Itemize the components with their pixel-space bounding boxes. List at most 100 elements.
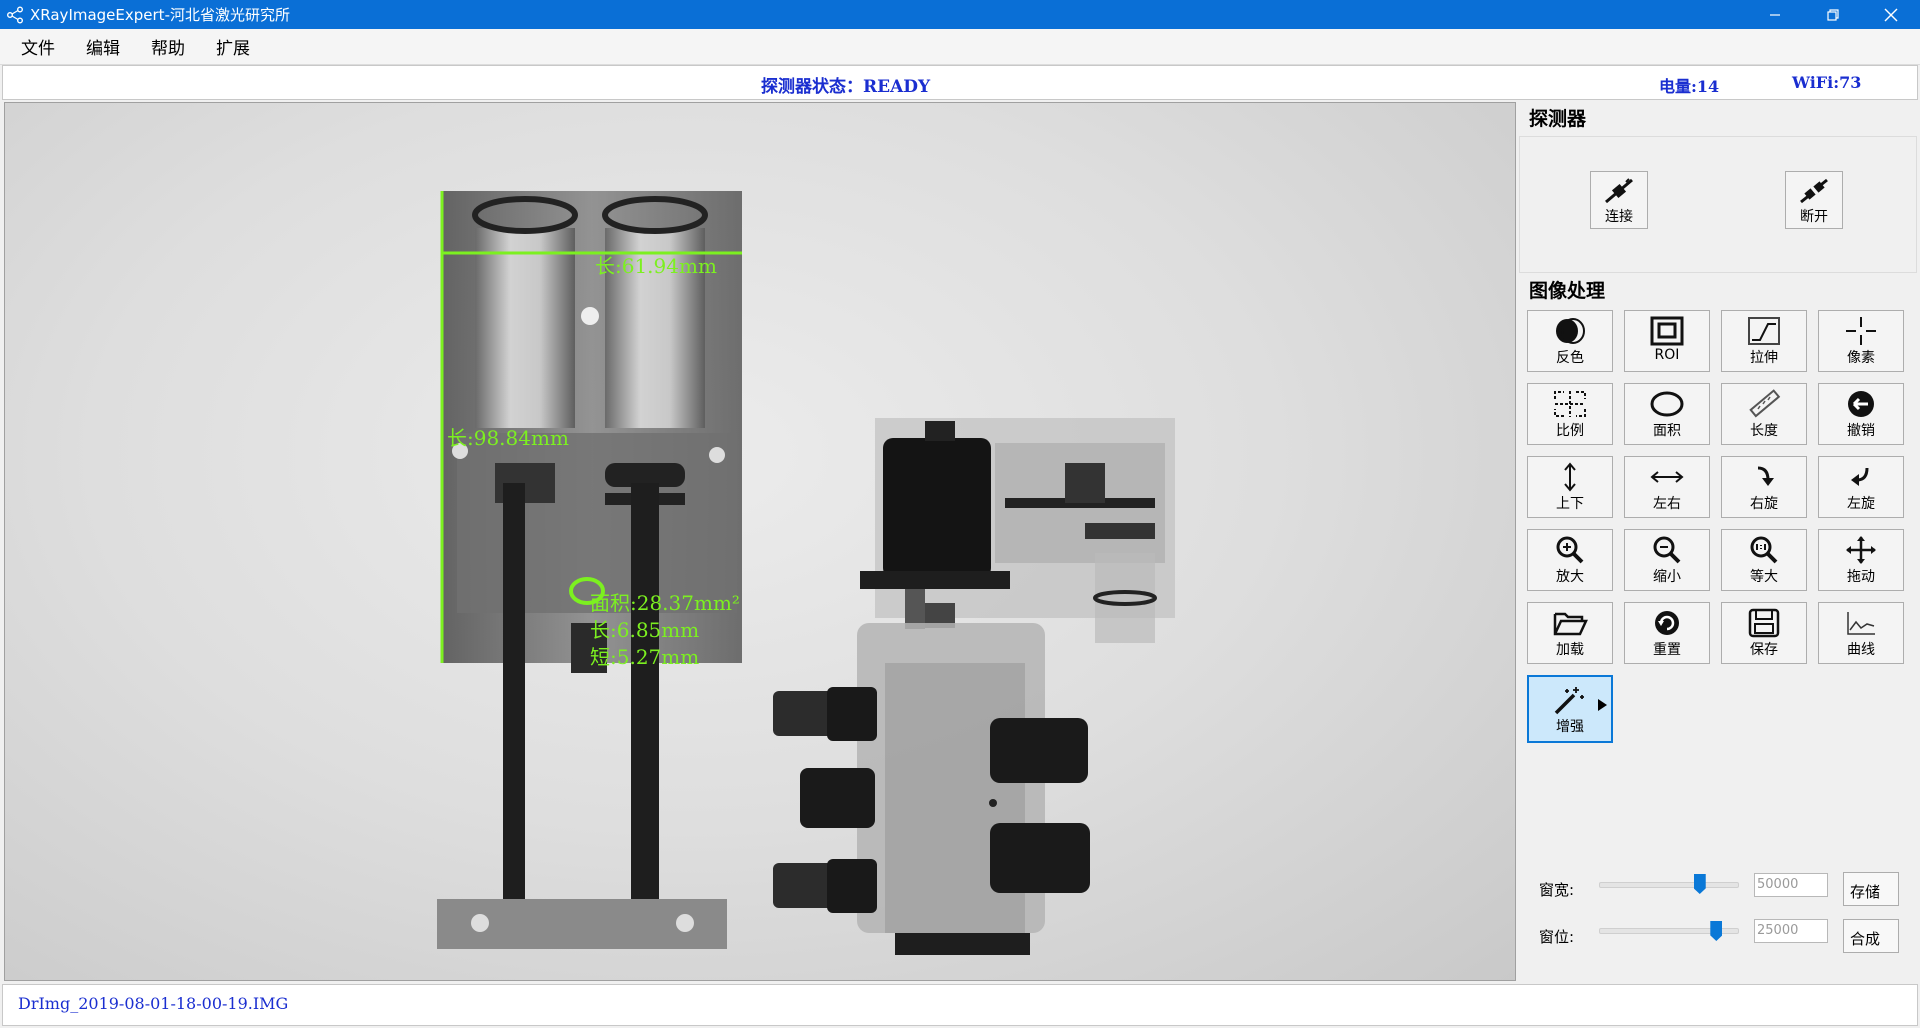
undo-icon	[1848, 391, 1874, 417]
minimize-icon	[1770, 13, 1780, 16]
menu-bar: 文件 编辑 帮助 扩展	[0, 29, 1920, 65]
detector-group: 连接 断开	[1519, 136, 1917, 273]
close-button[interactable]	[1862, 0, 1920, 29]
close-icon	[1884, 8, 1898, 21]
menu-extend[interactable]: 扩展	[205, 34, 261, 59]
measure-area-short: 短:5.27mm	[590, 645, 699, 669]
scale-icon	[1554, 391, 1586, 417]
plug-disconnect-icon	[1800, 178, 1828, 204]
undo-label: 撤销	[1847, 423, 1875, 439]
file-status-bar: DrImg_2019-08-01-18-00-19.IMG	[2, 984, 1918, 1026]
zoom-out-button[interactable]: 缩小	[1624, 529, 1710, 591]
rotate-left-button[interactable]: 左旋	[1818, 456, 1904, 518]
flip-horizontal-label: 左右	[1653, 496, 1681, 512]
move-icon	[1846, 536, 1876, 564]
image-processing-title: 图像处理	[1529, 280, 1606, 302]
roi-icon	[1650, 316, 1684, 346]
length-label: 长度	[1750, 423, 1778, 439]
rotate-left-label: 左旋	[1847, 496, 1875, 512]
scale-label: 比例	[1556, 423, 1584, 439]
roi-label: ROI	[1654, 347, 1680, 363]
curve-icon	[1847, 612, 1875, 635]
status-bar: 探测器状态：READY 电量:14 WiFi:73	[2, 65, 1918, 100]
flip-vertical-button[interactable]: 上下	[1527, 456, 1613, 518]
enhance-label: 增强	[1556, 719, 1584, 735]
flip-vertical-icon	[1564, 462, 1576, 492]
rotate-left-icon	[1851, 467, 1869, 486]
rotate-right-button[interactable]: 右旋	[1721, 456, 1807, 518]
compose-button[interactable]: 合成	[1843, 919, 1899, 953]
disconnect-button[interactable]: 断开	[1785, 171, 1843, 229]
xray-image-viewer[interactable]: 长:61.94mm 长:98.84mm 面积:28.37mm² 长:6.85mm…	[4, 102, 1516, 981]
save-label: 保存	[1750, 642, 1778, 658]
window-level-input[interactable]: 25000	[1754, 919, 1828, 943]
save-icon	[1748, 608, 1780, 638]
pixel-icon	[1846, 317, 1876, 345]
save-button[interactable]: 保存	[1721, 602, 1807, 664]
restore-button[interactable]	[1804, 0, 1862, 29]
zoom-in-icon	[1556, 536, 1584, 564]
minimize-button[interactable]	[1746, 0, 1804, 29]
curve-label: 曲线	[1847, 642, 1875, 658]
xray-image: 长:61.94mm 长:98.84mm 面积:28.37mm² 长:6.85mm…	[437, 191, 1175, 955]
wifi-status: WiFi:73	[1792, 73, 1862, 92]
curve-button[interactable]: 曲线	[1818, 602, 1904, 664]
window-title: XRayImageExpert-河北省激光研究所	[30, 6, 290, 24]
stretch-icon	[1748, 317, 1780, 345]
invert-label: 反色	[1556, 350, 1584, 366]
dropdown-arrow-icon	[1598, 699, 1607, 711]
ruler-icon	[1749, 389, 1781, 418]
move-label: 拖动	[1847, 569, 1875, 585]
pixel-label: 像素	[1847, 350, 1875, 366]
zoom-in-label: 放大	[1556, 569, 1584, 585]
enhance-button[interactable]: 增强	[1527, 675, 1613, 743]
invert-button[interactable]: 反色	[1527, 310, 1613, 372]
stretch-button[interactable]: 拉伸	[1721, 310, 1807, 372]
window-width-slider[interactable]	[1599, 882, 1739, 888]
menu-file[interactable]: 文件	[10, 34, 66, 59]
zoom-actual-button[interactable]: 等大	[1721, 529, 1807, 591]
measure-length-left: 长:98.84mm	[447, 426, 569, 450]
flip-horizontal-icon	[1650, 471, 1684, 483]
pixel-button[interactable]: 像素	[1818, 310, 1904, 372]
window-level-label: 窗位:	[1539, 928, 1575, 946]
connect-label: 连接	[1605, 209, 1633, 225]
reset-label: 重置	[1653, 642, 1681, 658]
magic-wand-icon	[1554, 687, 1584, 715]
window-level-slider-thumb[interactable]	[1710, 921, 1723, 941]
undo-button[interactable]: 撤销	[1818, 383, 1904, 445]
load-button[interactable]: 加载	[1527, 602, 1613, 664]
menu-help[interactable]: 帮助	[140, 34, 196, 59]
detector-status: 探测器状态：READY	[761, 77, 931, 97]
zoom-in-button[interactable]: 放大	[1527, 529, 1613, 591]
control-panel: 探测器 连接 断开 图像处理 反色 ROI 拉伸 像素 比例 面积 长度 撤销 …	[1519, 102, 1917, 979]
load-label: 加载	[1556, 642, 1584, 658]
scale-button[interactable]: 比例	[1527, 383, 1613, 445]
detector-section-title: 探测器	[1529, 108, 1587, 130]
zoom-actual-icon	[1750, 536, 1778, 564]
folder-open-icon	[1553, 612, 1588, 636]
window-width-input[interactable]: 50000	[1754, 873, 1828, 897]
reset-button[interactable]: 重置	[1624, 602, 1710, 664]
window-width-slider-thumb[interactable]	[1693, 874, 1706, 894]
stretch-label: 拉伸	[1750, 350, 1778, 366]
length-button[interactable]: 长度	[1721, 383, 1807, 445]
restore-icon	[1827, 8, 1839, 21]
move-button[interactable]: 拖动	[1818, 529, 1904, 591]
invert-icon	[1556, 318, 1585, 344]
current-filename: DrImg_2019-08-01-18-00-19.IMG	[18, 994, 289, 1013]
title-bar: XRayImageExpert-河北省激光研究所	[0, 0, 1920, 29]
battery-status: 电量:14	[1659, 77, 1720, 96]
flip-horizontal-button[interactable]: 左右	[1624, 456, 1710, 518]
disconnect-label: 断开	[1800, 209, 1828, 225]
measure-length-top: 长:61.94mm	[595, 254, 717, 278]
roi-button[interactable]: ROI	[1624, 310, 1710, 372]
menu-edit[interactable]: 编辑	[75, 34, 131, 59]
store-button[interactable]: 存储	[1843, 872, 1899, 906]
connect-button[interactable]: 连接	[1590, 171, 1648, 229]
area-button[interactable]: 面积	[1624, 383, 1710, 445]
zoom-out-label: 缩小	[1653, 569, 1681, 585]
reset-icon	[1655, 611, 1679, 635]
plug-connect-icon	[1605, 178, 1633, 204]
zoom-out-icon	[1653, 536, 1681, 564]
